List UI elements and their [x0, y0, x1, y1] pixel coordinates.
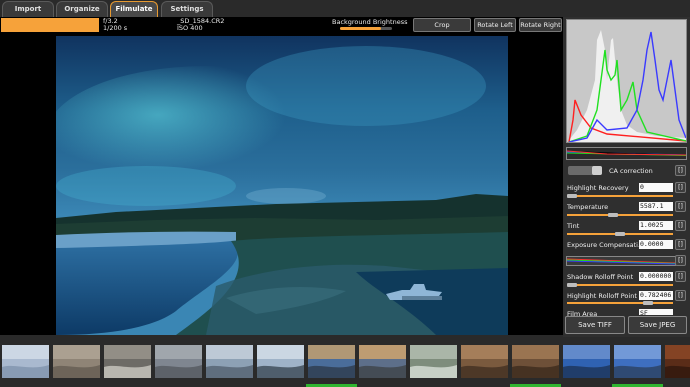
tint-reset-button[interactable]: []	[675, 220, 686, 231]
temperature-slider-thumb[interactable]	[608, 213, 618, 217]
filmstrip-thumbnail[interactable]	[563, 345, 610, 378]
histogram	[566, 19, 687, 143]
film-area-field[interactable]: SF	[639, 309, 673, 315]
exposure-curve-preview	[566, 256, 676, 266]
tint-field[interactable]: 1.0025	[639, 221, 673, 230]
tint-label: Tint	[567, 222, 580, 230]
filmstrip-thumbnail[interactable]	[2, 345, 49, 378]
main-photo	[56, 36, 508, 335]
save-tiff-button[interactable]: Save TIFF	[565, 316, 625, 334]
filmstrip-thumbnail[interactable]	[257, 345, 304, 378]
shutter-text: 1/200 s	[103, 24, 128, 32]
tab-filmulate[interactable]: Filmulate	[110, 1, 158, 17]
shadow-rolloff-label: Shadow Rolloff Point	[567, 273, 634, 281]
load-progress-bar	[1, 18, 99, 32]
shadow-rolloff-slider-thumb[interactable]	[567, 283, 577, 287]
ca-correction-reset-button[interactable]: []	[675, 165, 686, 176]
image-viewer[interactable]	[0, 33, 563, 335]
highlight-rolloff-slider-thumb[interactable]	[643, 301, 653, 305]
tint-slider-thumb[interactable]	[615, 232, 625, 236]
ca-correction-toggle[interactable]	[568, 166, 602, 175]
save-jpeg-button[interactable]: Save JPEG	[628, 316, 687, 334]
filmstrip-thumbnail[interactable]	[308, 345, 355, 378]
filmstrip-thumbnail[interactable]	[410, 345, 457, 378]
exposure-curve-reset-button[interactable]: []	[675, 255, 686, 266]
shadow-rolloff-reset-button[interactable]: []	[675, 271, 686, 282]
temperature-field[interactable]: 5587.1	[639, 202, 673, 211]
highlight-recovery-label: Highlight Recovery	[567, 184, 629, 192]
highlight-recovery-slider[interactable]	[567, 195, 673, 197]
highlight-rolloff-field[interactable]: 0.782406	[639, 291, 673, 300]
edit-panel: CA correction [] Highlight Recovery 0 []…	[563, 17, 690, 337]
filmstrip-thumbnail[interactable]	[53, 345, 100, 378]
filmic-curve-preview	[566, 147, 687, 160]
shadow-rolloff-field[interactable]: 0.000000	[639, 272, 673, 281]
ca-correction-label: CA correction	[609, 167, 653, 175]
highlight-recovery-slider-thumb[interactable]	[567, 194, 577, 198]
filmstrip-thumbnail[interactable]	[461, 345, 508, 378]
crop-button[interactable]: Crop	[413, 18, 471, 32]
temperature-reset-button[interactable]: []	[675, 201, 686, 212]
filmstrip-thumbnail[interactable]	[665, 345, 690, 378]
highlight-rolloff-reset-button[interactable]: []	[675, 290, 686, 301]
tab-settings[interactable]: Settings	[161, 1, 213, 17]
tab-organize[interactable]: Organize	[56, 1, 108, 17]
tab-bar: Import Organize Filmulate Settings	[0, 0, 690, 17]
filmstrip-thumbnail[interactable]	[512, 345, 559, 378]
filmstrip-thumbnail[interactable]	[155, 345, 202, 378]
highlight-rolloff-label: Highlight Rolloff Point	[567, 292, 637, 300]
highlight-recovery-field[interactable]: 0	[639, 183, 673, 192]
temperature-label: Temperature	[567, 203, 609, 211]
exposure-compensation-field[interactable]: 0.0000	[639, 240, 673, 249]
highlight-rolloff-slider[interactable]	[567, 302, 673, 304]
filmstrip-thumbnail[interactable]	[359, 345, 406, 378]
filmstrip-thumbnail[interactable]	[206, 345, 253, 378]
film-strip[interactable]	[0, 337, 690, 387]
filmstrip-thumbnail[interactable]	[104, 345, 151, 378]
background-brightness-label: Background Brightness	[332, 18, 408, 26]
exposure-compensation-reset-button[interactable]: []	[675, 239, 686, 250]
exposure-compensation-label: Exposure Compensati...	[567, 241, 645, 249]
background-brightness-slider[interactable]	[340, 27, 392, 30]
shadow-rolloff-slider[interactable]	[567, 284, 673, 286]
tab-import[interactable]: Import	[2, 1, 54, 17]
highlight-recovery-reset-button[interactable]: []	[675, 182, 686, 193]
iso-text: ISO 400	[177, 24, 203, 32]
temperature-slider[interactable]	[567, 214, 673, 216]
rotate-right-button[interactable]: Rotate Right	[519, 18, 562, 32]
rotate-left-button[interactable]: Rotate Left	[474, 18, 516, 32]
filmstrip-thumbnail[interactable]	[614, 345, 661, 378]
